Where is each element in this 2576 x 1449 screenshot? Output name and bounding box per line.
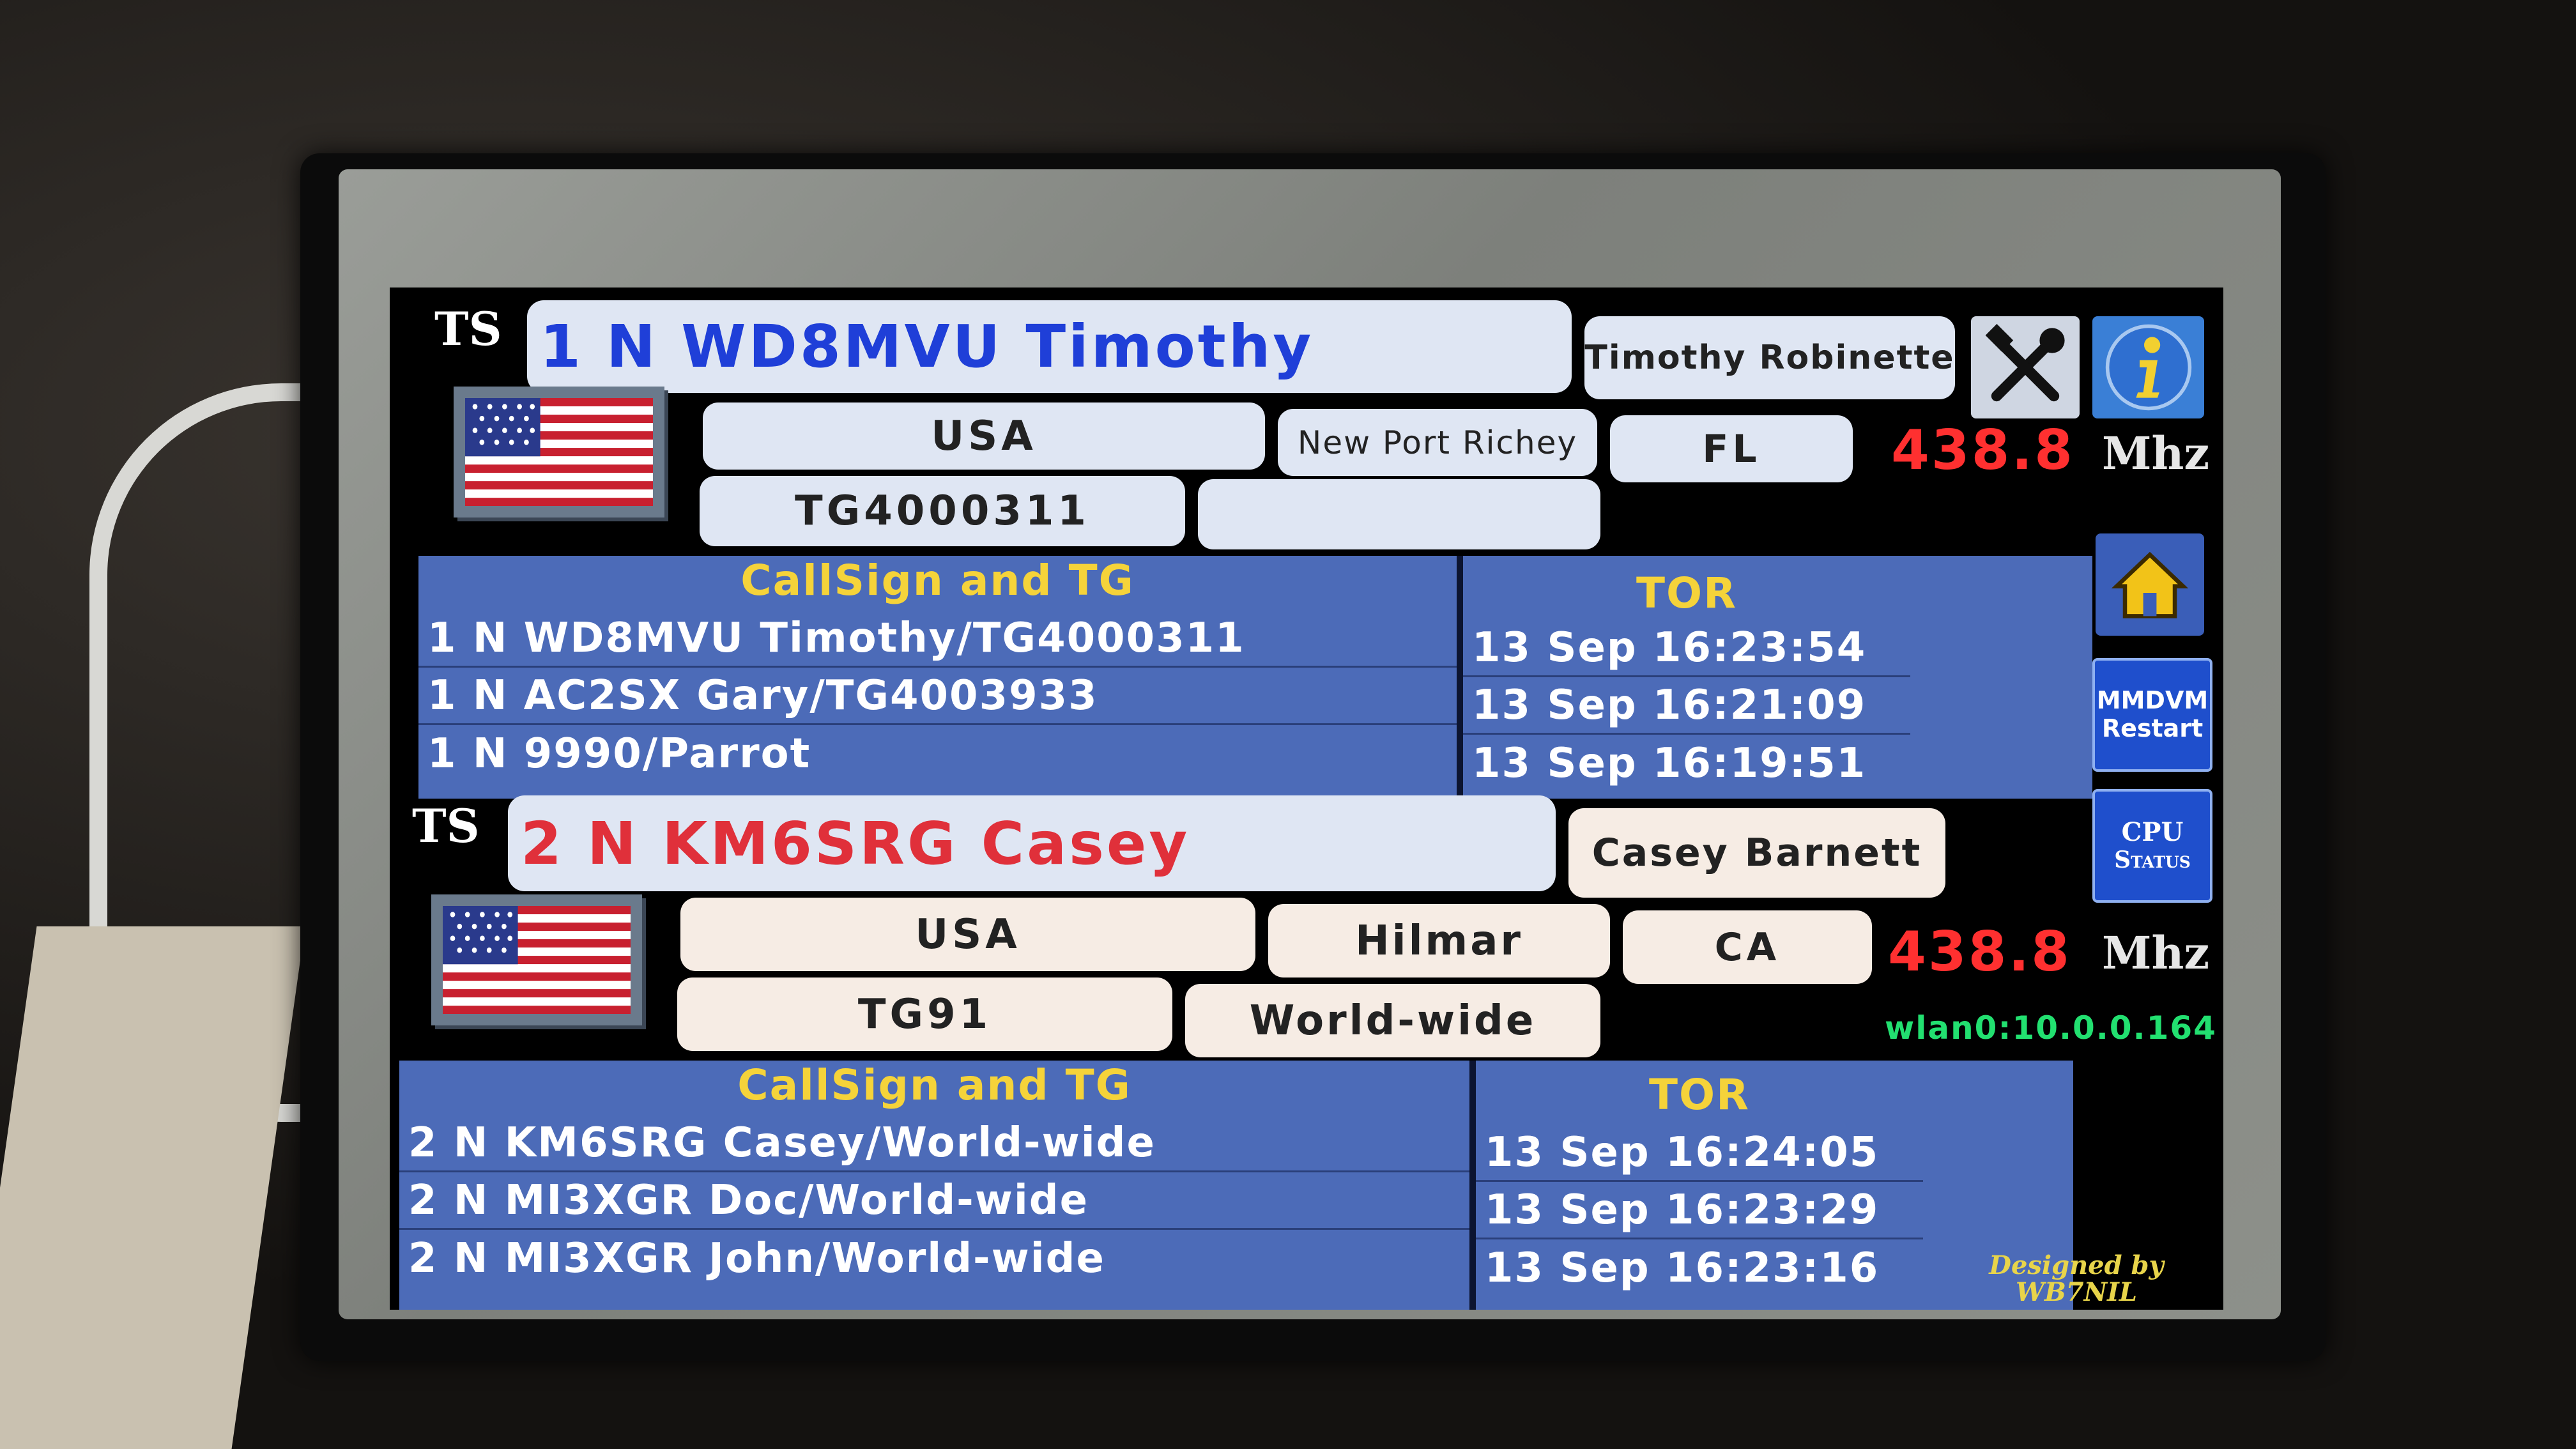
- credit-line2: WB7NIL: [2016, 1277, 2137, 1307]
- slot2-tor-header: TOR: [1649, 1070, 1750, 1119]
- history-entry: 1 N 9990/Parrot: [427, 730, 811, 778]
- slot2-column-divider: [1469, 1061, 1476, 1310]
- info-button[interactable]: [2092, 316, 2204, 418]
- history-time: 13 Sep 16:23:16: [1485, 1245, 1880, 1292]
- slot2-full-name: Casey Barnett: [1568, 808, 1945, 898]
- nextion-screen: TS 1 N WD8MVU Timothy Timothy Robinette …: [390, 288, 2223, 1310]
- network-address: wlan0:10.0.0.164: [1885, 1009, 2217, 1046]
- slot2-state: CA: [1623, 910, 1872, 984]
- slot2-unit: Mhz: [2102, 926, 2210, 979]
- home-icon: [2111, 551, 2189, 618]
- slot1-callsign-bar: 1 N WD8MVU Timothy: [527, 300, 1572, 393]
- slot1-unit: Mhz: [2102, 427, 2210, 480]
- slot2-us-flag-icon: [431, 894, 642, 1025]
- slot2-country: USA: [680, 898, 1255, 971]
- history-entry: 1 N AC2SX Gary/TG4003933: [418, 668, 1457, 725]
- home-button[interactable]: [2096, 533, 2204, 636]
- slot1-state: FL: [1610, 415, 1853, 482]
- slot1-talkgroup: TG4000311: [700, 476, 1185, 546]
- slot2-talkgroup: TG91: [677, 977, 1172, 1051]
- status-label: Status: [2114, 847, 2191, 874]
- restart-label: Restart: [2101, 714, 2204, 742]
- slot2-callsign-bar: 2 N KM6SRG Casey: [508, 795, 1556, 891]
- slot2-frequency: 438.8: [1888, 920, 2072, 984]
- info-icon: [2105, 324, 2191, 411]
- mmdvm-label: MMDVM: [2096, 686, 2209, 715]
- designer-credit: Designed by WB7NIL: [1981, 1252, 2172, 1306]
- history-time: 13 Sep 16:23:29: [1476, 1182, 1923, 1239]
- history-time: 13 Sep 16:24:05: [1476, 1124, 1923, 1182]
- slot1-country: USA: [703, 402, 1265, 470]
- slot2-talkgroup-name: World-wide: [1185, 984, 1600, 1057]
- slot1-city: New Port Richey: [1278, 409, 1597, 476]
- credit-line1: Designed by: [1989, 1250, 2164, 1280]
- history-time: 13 Sep 16:23:54: [1463, 620, 1910, 677]
- slot1-column-divider: [1457, 556, 1463, 799]
- history-time: 13 Sep 16:21:09: [1463, 677, 1910, 735]
- ts2-label: TS: [412, 799, 480, 853]
- slot1-frequency: 438.8: [1891, 418, 2075, 482]
- slot2-city: Hilmar: [1268, 904, 1610, 977]
- slot2-callsign-header: CallSign and TG: [737, 1061, 1131, 1110]
- history-entry: 2 N MI3XGR John/World-wide: [408, 1235, 1105, 1282]
- tools-icon: [1985, 324, 2065, 402]
- slot1-callsign-header: CallSign and TG: [740, 556, 1135, 605]
- cpu-status-button[interactable]: CPU Status: [2092, 789, 2212, 903]
- ts1-label: TS: [434, 302, 502, 356]
- slot1-tor-header: TOR: [1636, 569, 1737, 618]
- history-entry: 1 N WD8MVU Timothy/TG4000311: [418, 610, 1457, 668]
- slot1-full-name: Timothy Robinette: [1584, 316, 1955, 399]
- slot1-talkgroup-name: [1198, 479, 1600, 549]
- history-entry: 2 N KM6SRG Casey/World-wide: [399, 1115, 1469, 1172]
- settings-button[interactable]: [1971, 316, 2080, 418]
- mmdvm-restart-button[interactable]: MMDVM Restart: [2092, 658, 2212, 772]
- cpu-label: CPU: [2121, 817, 2184, 848]
- history-time: 13 Sep 16:19:51: [1472, 740, 1867, 787]
- history-entry: 2 N MI3XGR Doc/World-wide: [399, 1172, 1469, 1230]
- slot1-us-flag-icon: [454, 387, 664, 518]
